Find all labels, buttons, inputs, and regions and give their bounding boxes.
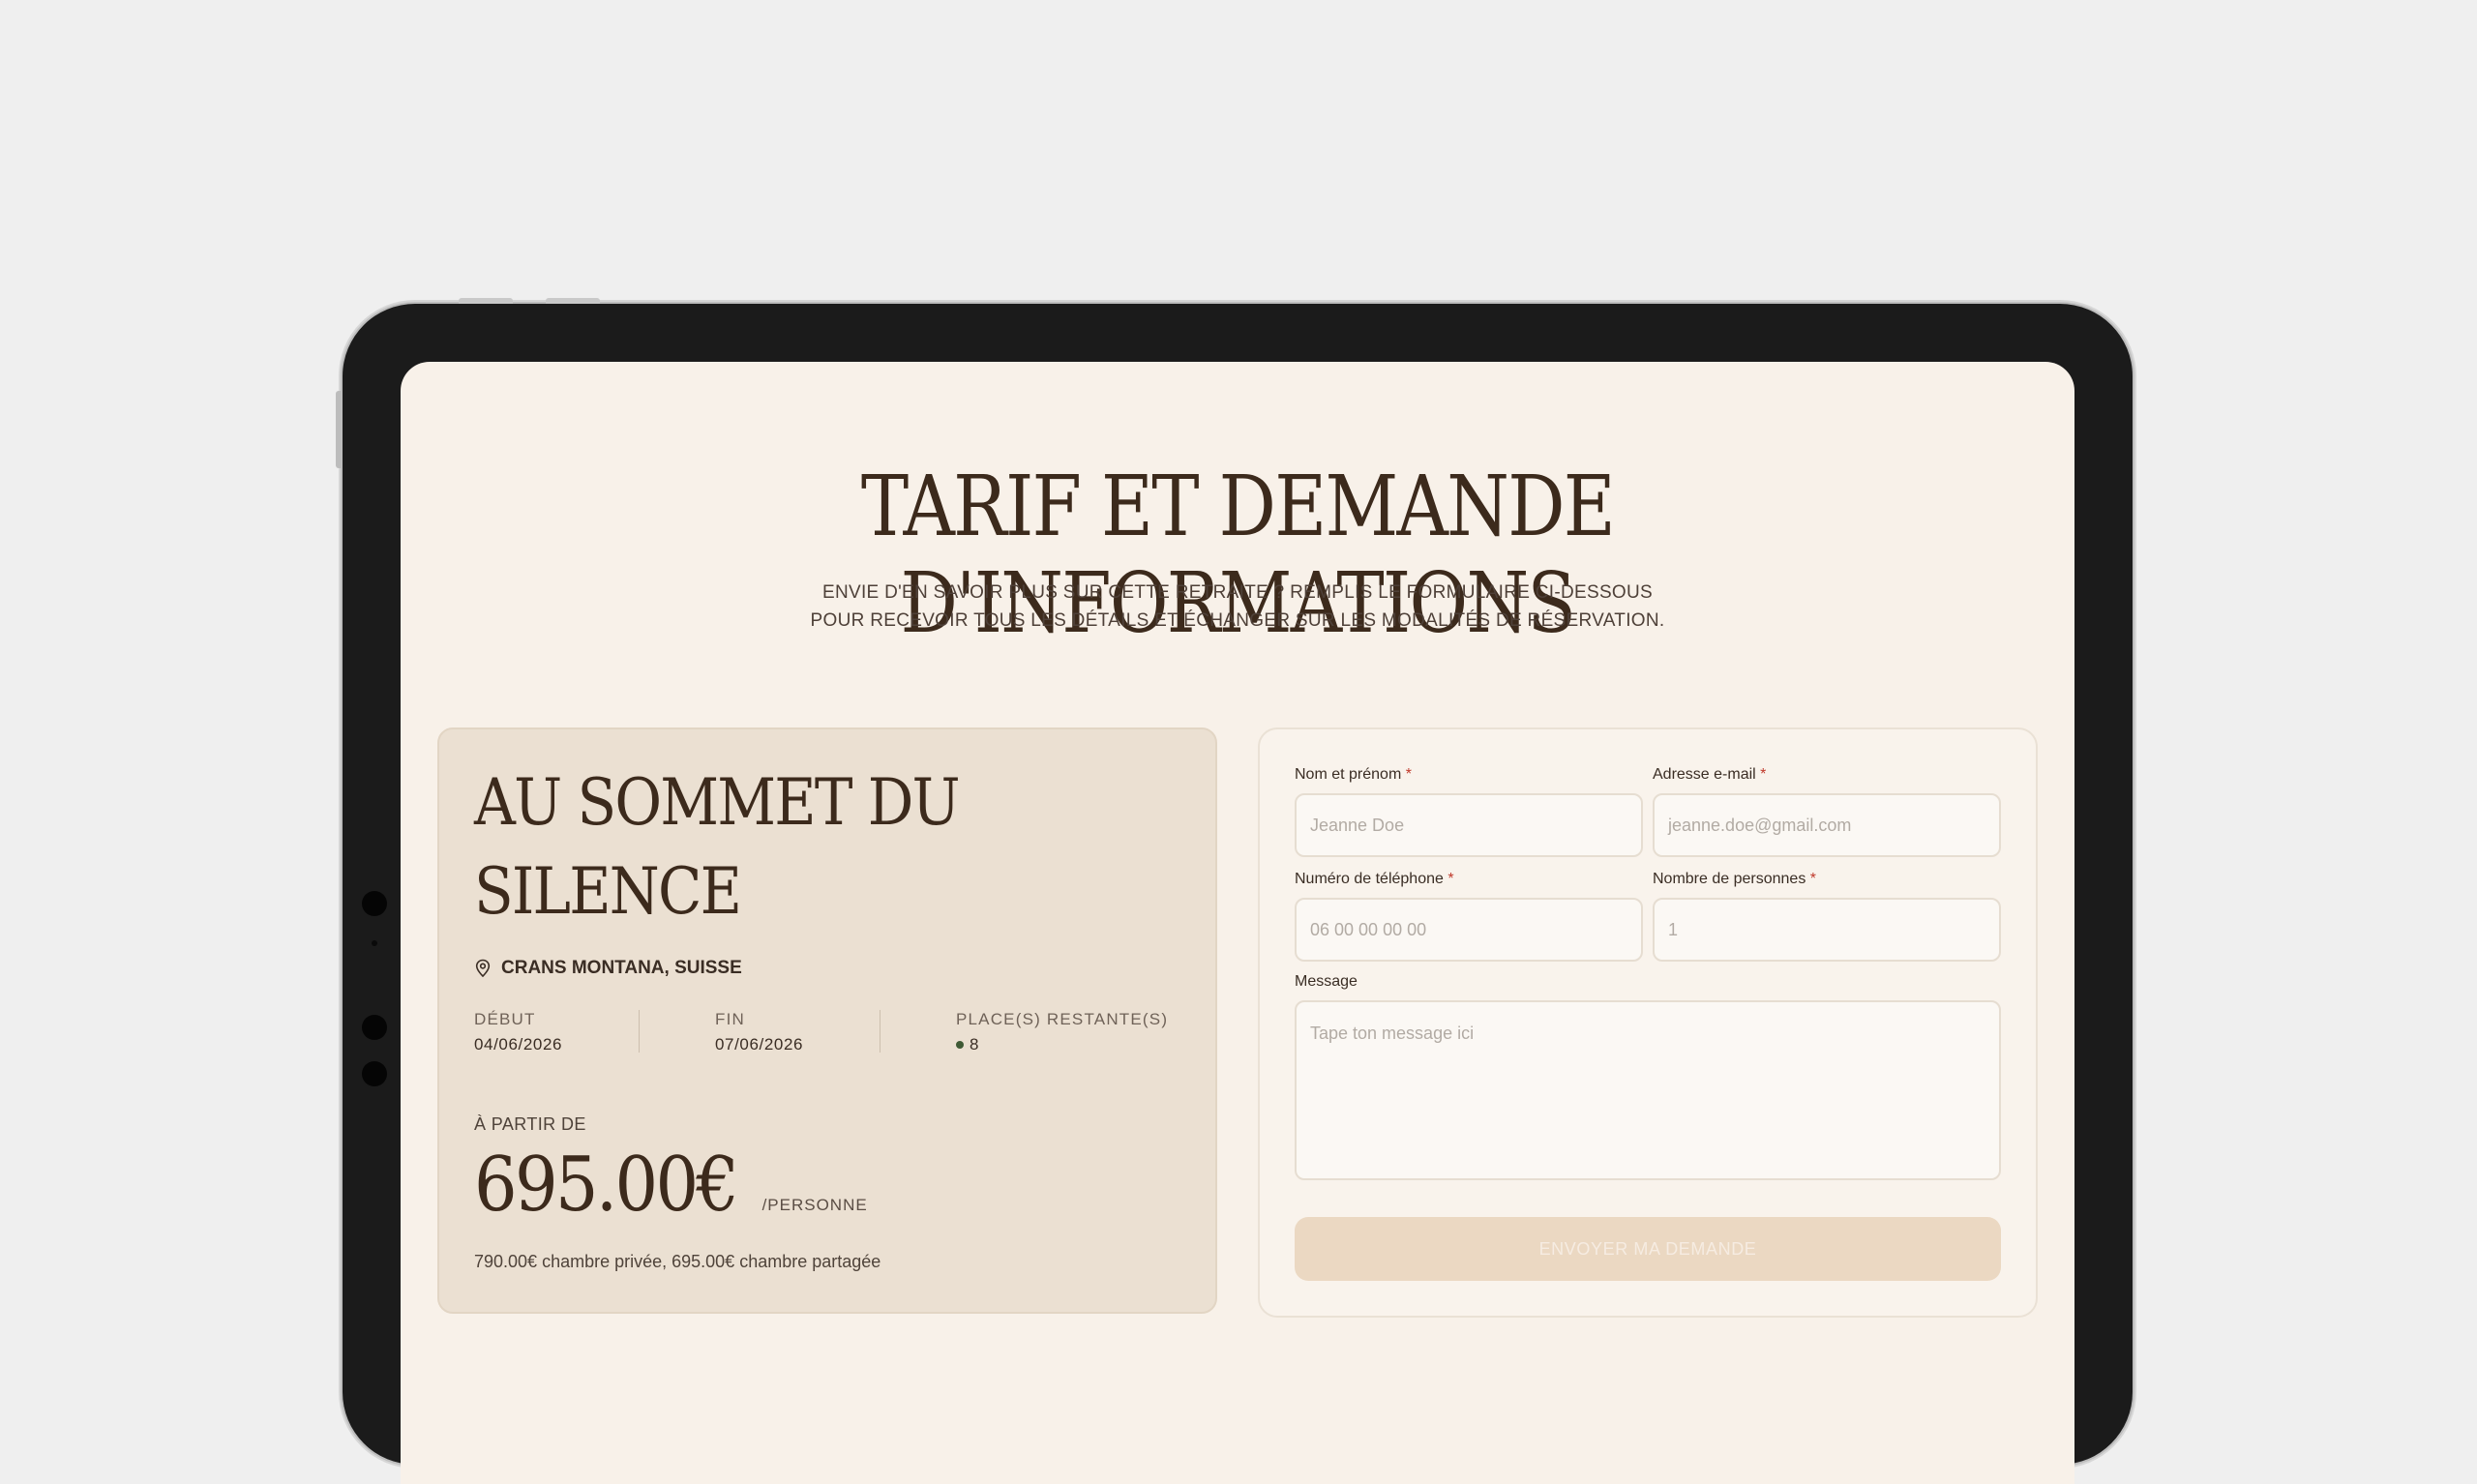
submit-button[interactable]: ENVOYER MA DEMANDE	[1295, 1217, 2001, 1281]
name-label-text: Nom et prénom	[1295, 766, 1402, 783]
people-label-text: Nombre de personnes	[1653, 871, 1806, 887]
people-count-field[interactable]: 1	[1653, 898, 2001, 962]
email-field[interactable]: jeanne.doe@gmail.com	[1653, 793, 2001, 857]
email-placeholder: jeanne.doe@gmail.com	[1668, 815, 1852, 835]
message-textarea[interactable]: Tape ton message ici	[1295, 1000, 2001, 1180]
top-button	[459, 298, 513, 304]
start-label: DÉBUT	[474, 1010, 536, 1028]
end-label: FIN	[714, 1010, 745, 1028]
name-placeholder: Jeanne Doe	[1310, 815, 1405, 835]
start-date-block: DÉBUT 04/06/2026	[474, 1010, 639, 1054]
price-row: 695.00€ /PERSONNE	[474, 1142, 868, 1229]
phone-label: Numéro de téléphone *	[1295, 871, 1454, 888]
side-button	[336, 391, 342, 468]
per-person-label: /PERSONNE	[761, 1196, 868, 1214]
required-mark: *	[1405, 766, 1412, 783]
name-field[interactable]: Jeanne Doe	[1295, 793, 1643, 857]
screen: TARIF ET DEMANDE D'INFORMATIONS ENVIE D'…	[401, 362, 2074, 1484]
required-mark: *	[1809, 871, 1816, 887]
price: 695.00€	[474, 1142, 739, 1229]
top-button	[546, 298, 600, 304]
retreat-dates: DÉBUT 04/06/2026 FIN 07/06/2026 PLACE(S)…	[474, 1010, 1190, 1054]
places-value-row: 8	[955, 1035, 1190, 1054]
tablet-frame: TARIF ET DEMANDE D'INFORMATIONS ENVIE D'…	[336, 298, 2133, 1484]
page-subtitle: ENVIE D'EN SAVOIR PLUS SUR CETTE RETRAIT…	[401, 579, 2074, 635]
availability-dot-icon	[955, 1041, 964, 1049]
people-label: Nombre de personnes *	[1653, 871, 1816, 888]
end-date: 07/06/2026	[714, 1035, 804, 1054]
email-label: Adresse e-mail *	[1653, 766, 1766, 784]
places-block: PLACE(S) RESTANTE(S) 8	[879, 1010, 1190, 1054]
places-label: PLACE(S) RESTANTE(S)	[955, 1010, 1169, 1028]
location-pin-icon	[475, 959, 491, 978]
location: CRANS MONTANA, SUISSE	[474, 958, 742, 979]
camera-icon	[362, 891, 387, 916]
start-date: 04/06/2026	[474, 1035, 563, 1054]
retreat-title-line: AU SOMMET DU	[474, 765, 961, 840]
camera-icon	[362, 1061, 387, 1086]
message-label: Message	[1295, 973, 1358, 990]
location-text: CRANS MONTANA, SUISSE	[501, 958, 742, 978]
contact-form: Nom et prénom * Jeanne Doe Adresse e-mai…	[1258, 727, 2038, 1318]
required-mark: *	[1447, 871, 1454, 887]
required-mark: *	[1760, 766, 1767, 783]
retreat-card: AU SOMMET DU SILENCE CRANS MONTANA, SUIS…	[437, 727, 1217, 1314]
retreat-title: AU SOMMET DU SILENCE	[474, 758, 1084, 936]
people-placeholder: 1	[1668, 919, 1679, 939]
phone-field[interactable]: 06 00 00 00 00	[1295, 898, 1643, 962]
subtitle-line: ENVIE D'EN SAVOIR PLUS SUR CETTE RETRAIT…	[821, 582, 1654, 603]
message-placeholder: Tape ton message ici	[1310, 1024, 1475, 1043]
name-label: Nom et prénom *	[1295, 766, 1412, 784]
retreat-title-line: SILENCE	[474, 854, 742, 929]
end-date-block: FIN 07/06/2026	[638, 1010, 880, 1054]
phone-label-text: Numéro de téléphone	[1295, 871, 1444, 887]
email-label-text: Adresse e-mail	[1653, 766, 1756, 783]
subtitle-line: POUR RECEVOIR TOUS LES DÉTAILS ET ÉCHANG…	[810, 610, 1665, 631]
from-label: À PARTIR DE	[474, 1114, 586, 1134]
phone-placeholder: 06 00 00 00 00	[1310, 919, 1427, 939]
sensor-icon	[372, 940, 377, 946]
places-value: 8	[969, 1035, 980, 1054]
camera-icon	[362, 1015, 387, 1040]
price-detail: 790.00€ chambre privée, 695.00€ chambre …	[474, 1252, 881, 1271]
